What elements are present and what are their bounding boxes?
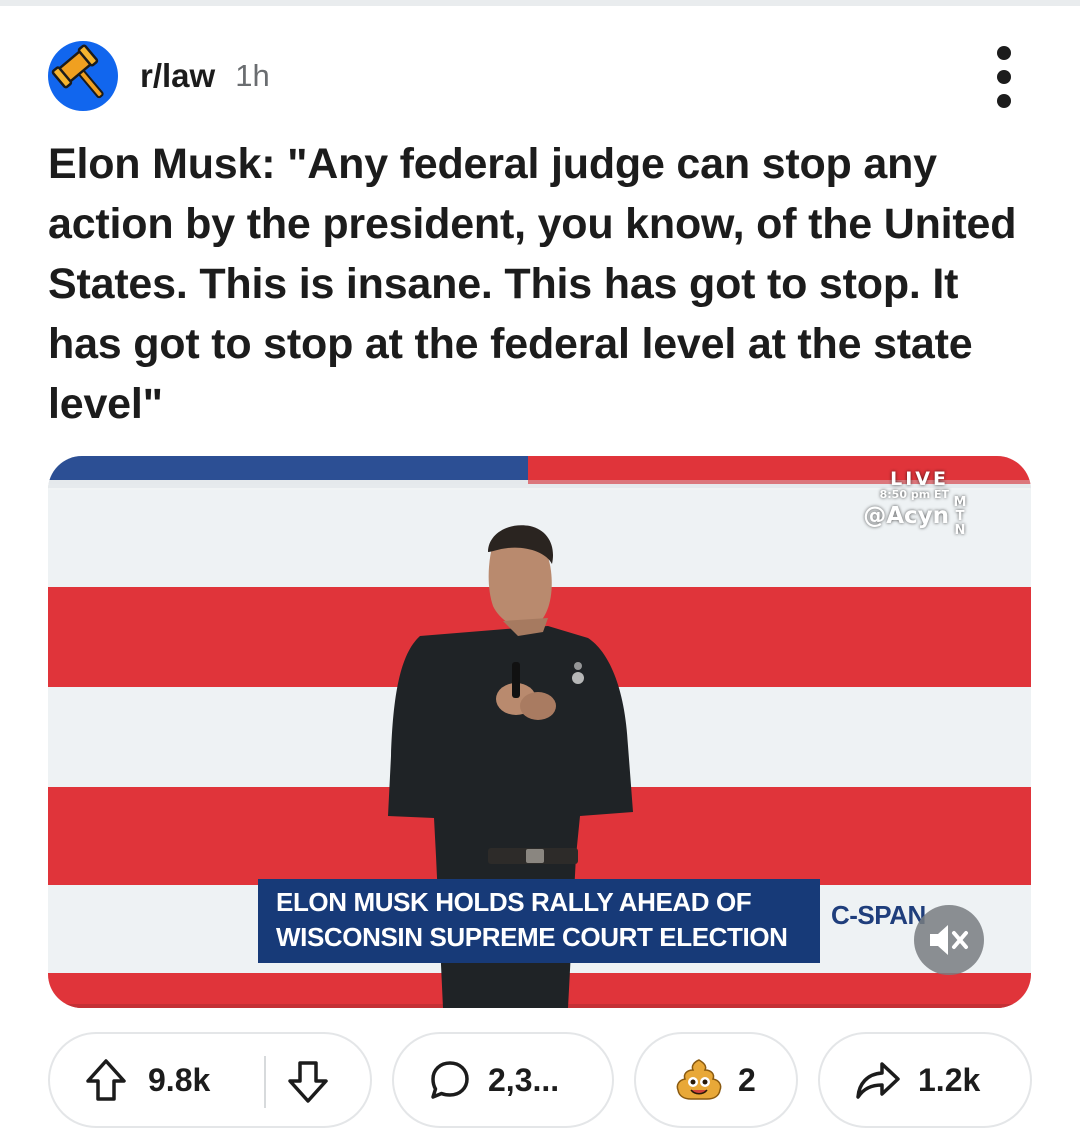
watermark-handle: @Acyn xyxy=(863,503,949,529)
cspan-logo: C-SPAN xyxy=(831,900,926,930)
more-options-button[interactable] xyxy=(992,46,1016,108)
post-age: 1h xyxy=(235,58,270,93)
mtn-letter: M xyxy=(953,495,967,510)
video-player[interactable]: LIVE 8:50 pm ET @Acyn M T N ELON MUSK HO… xyxy=(48,456,1031,1008)
comment-bubble-icon xyxy=(431,1061,469,1099)
post-header: r/law 1h xyxy=(48,40,1038,112)
mtn-letter: N xyxy=(954,523,966,538)
share-button[interactable]: 1.2k xyxy=(818,1032,1032,1128)
award-count: 2 xyxy=(738,1061,756,1098)
comments-button[interactable]: 2,3... xyxy=(392,1032,614,1128)
post-action-bar: 9.8k 2,3... 2 1.2k xyxy=(48,1032,1032,1130)
upvote-count: 9.8k xyxy=(148,1061,211,1098)
speaker-muted-icon xyxy=(930,925,968,955)
subreddit-avatar[interactable] xyxy=(48,41,118,111)
subreddit-name[interactable]: r/law xyxy=(140,57,215,95)
top-divider xyxy=(0,0,1080,6)
news-chyron: ELON MUSK HOLDS RALLY AHEAD OF WISCONSIN… xyxy=(258,879,820,963)
more-dot-icon xyxy=(997,70,1011,84)
share-arrow-icon xyxy=(856,1062,900,1099)
mtn-letter: T xyxy=(955,509,965,524)
downvote-button[interactable] xyxy=(282,1056,334,1108)
upvote-arrow-icon xyxy=(86,1059,126,1101)
comment-count: 2,3... xyxy=(488,1061,560,1098)
post-title[interactable]: Elon Musk: "Any federal judge can stop a… xyxy=(48,134,1038,434)
award-icon xyxy=(676,1059,722,1100)
gavel-icon xyxy=(51,44,104,99)
award-button[interactable]: 2 xyxy=(634,1032,798,1128)
vote-divider xyxy=(264,1056,266,1108)
upvote-button[interactable] xyxy=(82,1056,130,1104)
downvote-arrow-icon xyxy=(288,1061,328,1103)
more-dot-icon xyxy=(997,94,1011,108)
broadcast-time: 8:50 pm ET xyxy=(879,488,949,501)
live-label: LIVE xyxy=(890,468,949,490)
chyron-line-1: ELON MUSK HOLDS RALLY AHEAD OF xyxy=(276,887,752,917)
mtn-logo: M T N xyxy=(951,496,969,538)
more-dot-icon xyxy=(997,46,1011,60)
chyron-line-2: WISCONSIN SUPREME COURT ELECTION xyxy=(276,922,788,952)
vote-pill: 9.8k xyxy=(48,1032,372,1128)
video-watermark: LIVE 8:50 pm ET @Acyn xyxy=(863,468,949,529)
mute-button[interactable] xyxy=(914,905,984,975)
share-count: 1.2k xyxy=(918,1061,981,1098)
